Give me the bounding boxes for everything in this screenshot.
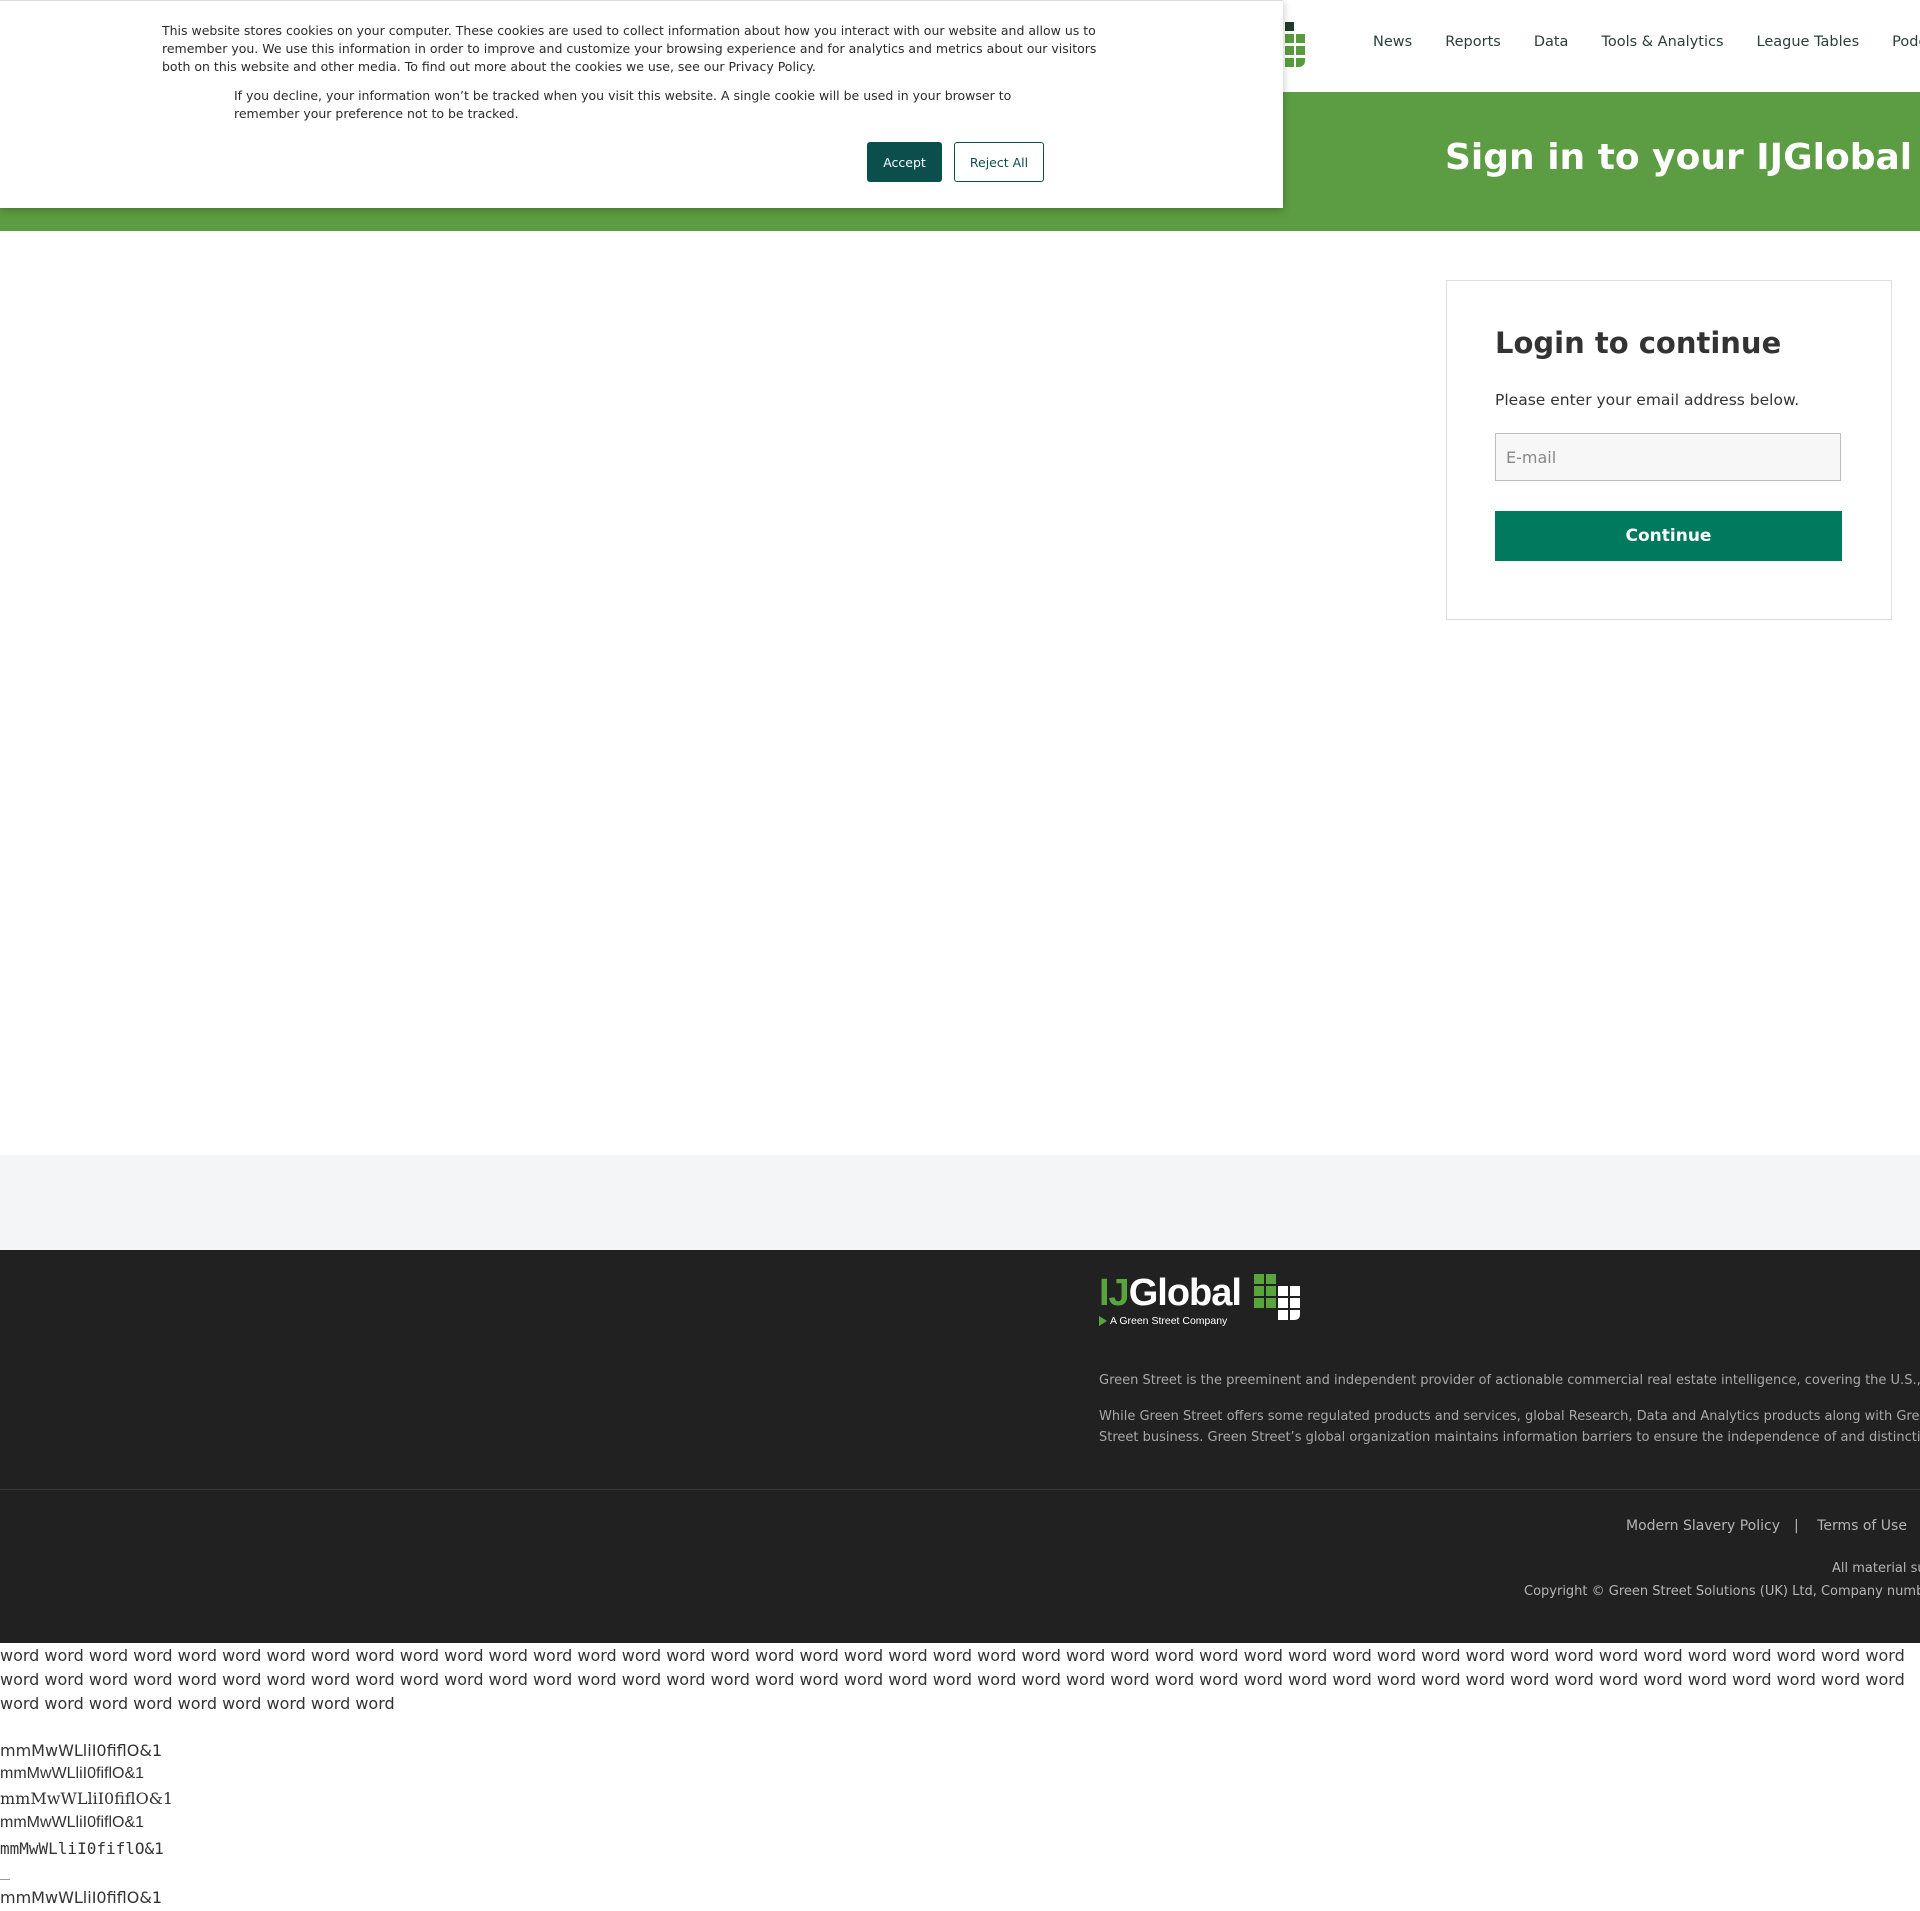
font-sample-5: mmMwWLliI0fiflO&1: [0, 1839, 164, 1858]
font-sample-1: mmMwWLliI0fiflO&1: [0, 1741, 162, 1760]
nav-league-tables[interactable]: League Tables: [1757, 34, 1860, 50]
page-title: Sign in to your IJGlobal account: [1445, 137, 1920, 178]
nav-reports[interactable]: Reports: [1445, 34, 1501, 50]
cookie-consent-banner: This website stores cookies on your comp…: [0, 0, 1283, 208]
filler-text: word word word word word word word word …: [0, 1646, 1905, 1713]
footer-about-text: Green Street is the preeminent and indep…: [1099, 1373, 1920, 1388]
pre-footer-strip: [0, 1155, 1920, 1250]
nav-tools-analytics[interactable]: Tools & Analytics: [1601, 34, 1723, 50]
footer-disclaimer-line2: Street business. Green Street’s global o…: [1099, 1430, 1920, 1445]
reject-all-cookies-button[interactable]: Reject All: [954, 142, 1044, 182]
cookie-notice-text: This website stores cookies on your comp…: [162, 23, 1097, 74]
modern-slavery-policy-link[interactable]: Modern Slavery Policy: [1626, 1518, 1780, 1534]
cookie-decline-text: If you decline, your information won’t b…: [234, 88, 1012, 121]
link-separator: |: [1794, 1518, 1799, 1534]
footer-divider: [0, 1489, 1920, 1490]
login-hint: Please enter your email address below.: [1495, 391, 1800, 409]
footer-logo-tagline: A Green Street Company: [1110, 1315, 1228, 1327]
ijglobal-logo-icon[interactable]: [1285, 22, 1307, 68]
nav-data[interactable]: Data: [1534, 34, 1569, 50]
font-sample-2: mmMwWLliI0fiflO&1: [0, 1765, 145, 1782]
login-card: Login to continue Please enter your emai…: [1446, 280, 1892, 620]
logo-grid-icon: [1254, 1274, 1302, 1322]
footer-links: Modern Slavery Policy| Terms of Use|: [1626, 1518, 1920, 1534]
footer-logo-wordmark: IJGlobal: [1099, 1272, 1242, 1314]
play-triangle-icon: [1099, 1316, 1107, 1326]
divider-line: [0, 1879, 10, 1880]
nav-podcasts[interactable]: Podcasts: [1892, 34, 1920, 50]
accept-cookies-button[interactable]: Accept: [867, 142, 942, 182]
login-title: Login to continue: [1495, 326, 1782, 360]
continue-button[interactable]: Continue: [1495, 511, 1842, 561]
main-nav: News Reports Data Tools & Analytics Leag…: [1373, 34, 1920, 50]
copyright-text: Copyright © Green Street Solutions (UK) …: [1524, 1584, 1920, 1599]
email-input[interactable]: [1495, 433, 1841, 481]
font-sample-3: mmMwWLliI0fiflO&1: [0, 1789, 174, 1808]
nav-news[interactable]: News: [1373, 34, 1412, 50]
terms-of-use-link[interactable]: Terms of Use: [1817, 1518, 1907, 1534]
font-sample-4: mmMwWLliI0fiflO&1: [0, 1814, 145, 1831]
material-notice: All material su: [1832, 1561, 1920, 1576]
footer-disclaimer-line1: While Green Street offers some regulated…: [1099, 1409, 1920, 1424]
site-footer: IJGlobal A Green Street Company Green St…: [0, 1250, 1920, 1643]
font-sample-6: mmMwWLliI0fiflO&1: [0, 1888, 162, 1907]
